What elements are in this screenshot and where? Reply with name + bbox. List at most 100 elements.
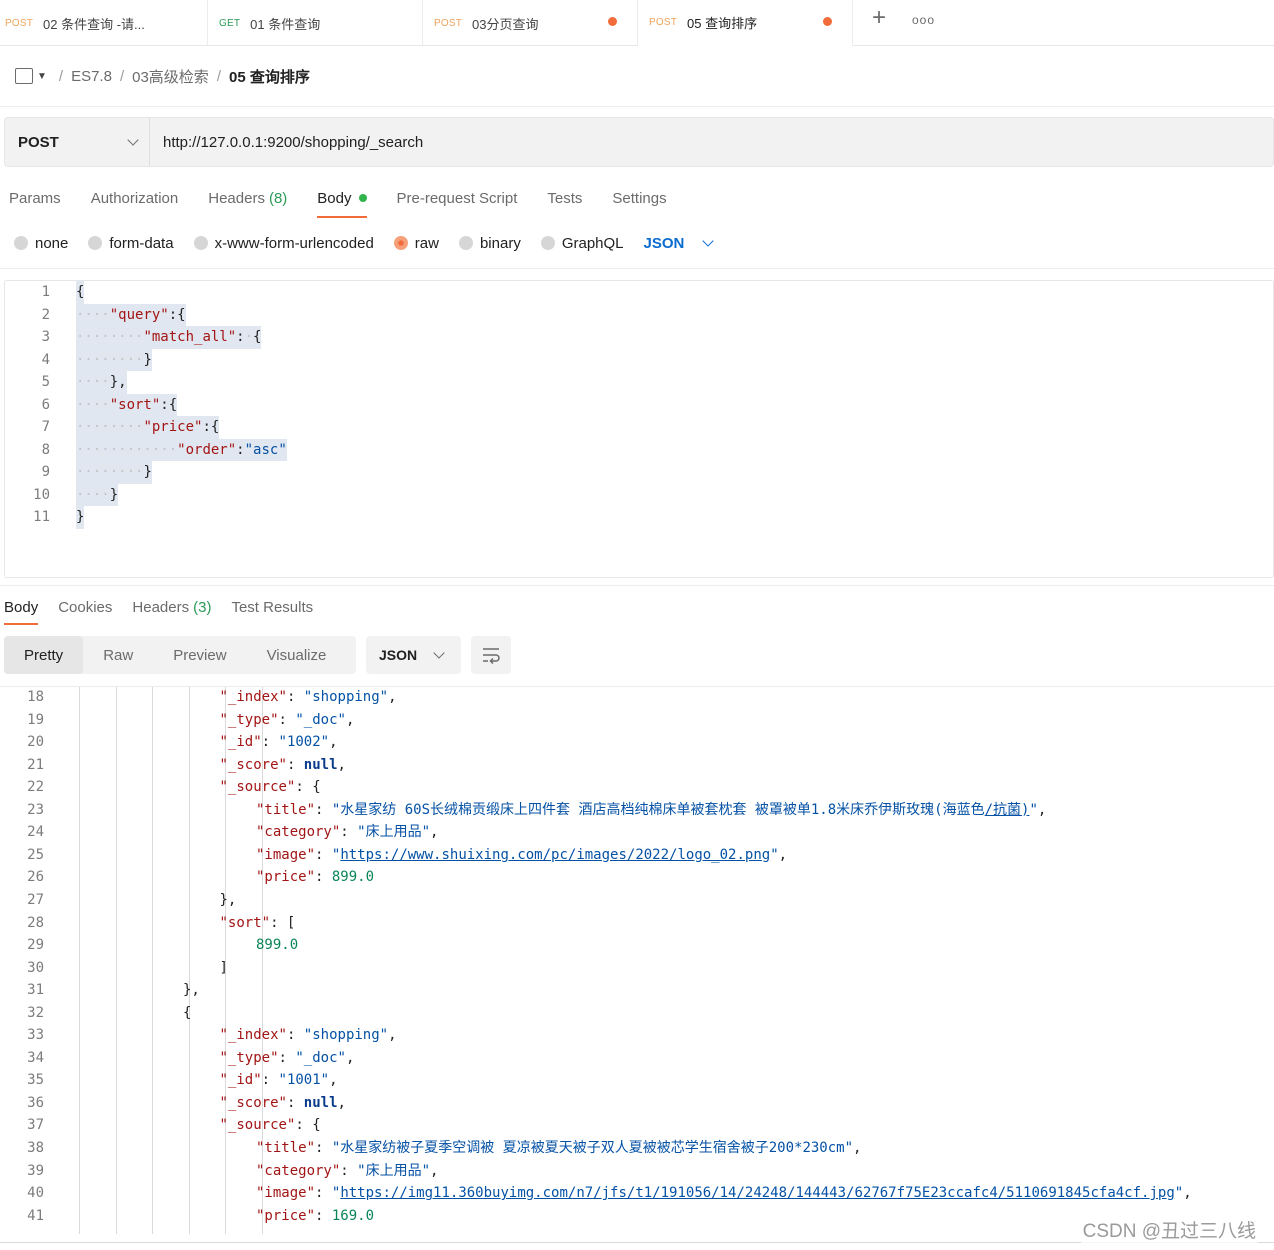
code-line: 37 "_source": { [0, 1114, 1274, 1137]
code-text: }, [219, 891, 237, 908]
code-line: 11} [5, 506, 1273, 529]
response-tab-test-results[interactable]: Test Results [231, 592, 313, 622]
divider [0, 106, 1274, 107]
view-preview-button[interactable]: Preview [153, 636, 246, 674]
code-text: { [76, 281, 85, 304]
breadcrumb-current[interactable]: 05 查询排序 [229, 66, 310, 87]
more-tabs-icon[interactable]: ooo [912, 13, 935, 27]
line-number: 22 [27, 779, 44, 796]
code-line: 38 "title": "水星家纺被子夏季空调被 夏凉被夏天被子双人夏被被芯学生宿… [0, 1137, 1274, 1160]
url-link[interactable]: /抗菌) [985, 802, 1030, 818]
new-tab-plus-icon[interactable]: + [868, 6, 890, 30]
tab-settings[interactable]: Settings [612, 180, 666, 216]
tab-label: 05 查询排序 [687, 16, 758, 31]
tab-headers[interactable]: Headers (8) [208, 180, 287, 216]
breadcrumb-item[interactable]: ES7.8 [71, 68, 112, 85]
request-tab[interactable]: POST 02 条件查询 -请... [0, 0, 208, 46]
code-line: 8 ············"order":"asc" [5, 438, 1273, 461]
line-number: 5 [41, 374, 50, 390]
request-body-editor[interactable]: 1{2 ····"query":{3 ········"match_all":·{4… [4, 280, 1274, 578]
line-number: 10 [33, 486, 50, 503]
divider [0, 268, 1274, 269]
divider [0, 585, 1274, 586]
code-text: { [183, 1004, 192, 1021]
code-text: "_id": "1002", [219, 734, 338, 751]
line-number: 36 [27, 1094, 44, 1111]
request-tab-active[interactable]: POST 05 查询排序 [638, 0, 853, 46]
radio-label: raw [414, 234, 439, 252]
radio-binary[interactable]: binary [458, 234, 521, 252]
method-select[interactable]: POST [5, 118, 150, 166]
url-link[interactable]: https://www.shuixing.com/pc/images/2022/… [340, 847, 770, 863]
line-number: 40 [27, 1185, 44, 1202]
request-tab[interactable]: GET 01 条件查询 [208, 0, 423, 46]
method-value: POST [18, 133, 59, 151]
code-text: ············"order":"asc" [76, 438, 287, 461]
body-format-select[interactable]: JSON [644, 235, 715, 252]
radio-label: GraphQL [561, 234, 624, 252]
radio-x-www-form-urlencoded[interactable]: x-www-form-urlencoded [193, 235, 374, 252]
code-line: 6 ····"sort":{ [5, 393, 1273, 416]
tab-label: 01 条件查询 [250, 16, 321, 32]
collection-icon[interactable] [15, 68, 33, 84]
radio-graphql[interactable]: GraphQL [540, 234, 624, 252]
code-text: "category": "床上用品", [256, 824, 439, 841]
code-line: 4 ········} [5, 348, 1273, 371]
line-number: 27 [27, 891, 44, 908]
code-line: 30] [0, 957, 1274, 980]
request-tabs: Params Authorization Headers (8) Body Pre… [9, 180, 697, 220]
wrap-lines-icon [483, 648, 500, 664]
body-type-radio-group: none form-data x-www-form-urlencoded raw… [14, 230, 715, 256]
line-number: 33 [27, 1027, 44, 1044]
code-text: "sort": [ [219, 914, 296, 931]
code-line: 21 "_score": null, [0, 754, 1274, 777]
view-pretty-button[interactable]: Pretty [4, 636, 84, 674]
code-text: "price": 899.0 [256, 869, 375, 886]
radio-circle-icon [88, 236, 103, 250]
tab-authorization[interactable]: Authorization [91, 180, 179, 216]
line-number: 41 [27, 1207, 44, 1224]
code-text: ] [219, 959, 228, 976]
code-line: 18 "_index": "shopping", [0, 687, 1274, 709]
tab-label: Tests [547, 189, 583, 207]
radio-form-data[interactable]: form-data [88, 235, 174, 252]
breadcrumb: ▼ / ES7.8 / 03高级检索 / 05 查询排序 [15, 62, 310, 90]
response-tab-cookies[interactable]: Cookies [58, 592, 112, 622]
code-text: "image": "https://www.shuixing.com/pc/im… [256, 846, 788, 863]
line-number: 19 [27, 711, 44, 728]
watermark: CSDN @丑过三八线 [1080, 1216, 1258, 1243]
line-number: 35 [27, 1072, 44, 1089]
code-line: 27}, [0, 889, 1274, 912]
radio-circle-icon [14, 236, 28, 250]
tab-body[interactable]: Body [317, 180, 367, 218]
tab-tests[interactable]: Tests [547, 180, 582, 216]
response-tab-body[interactable]: Body [4, 592, 39, 625]
url-link[interactable]: https://img11.360buyimg.com/n7/jfs/t1/19… [340, 1185, 1174, 1201]
code-line: 25 "image": "https://www.shuixing.com/pc/… [0, 844, 1274, 867]
method-badge: POST [434, 17, 463, 29]
request-tab[interactable]: POST 03分页查询 [423, 0, 638, 46]
tab-params[interactable]: Params [9, 180, 61, 216]
response-tab-headers[interactable]: Headers (3) [132, 592, 211, 622]
url-input[interactable]: http://127.0.0.1:9200/shopping/_search [150, 134, 423, 151]
line-number: 1 [41, 284, 50, 300]
tab-pre-request-script[interactable]: Pre-request Script [397, 180, 518, 216]
tab-label: Params [9, 189, 61, 207]
breadcrumb-separator: / [216, 67, 221, 85]
breadcrumb-item[interactable]: 03高级检索 [132, 66, 209, 87]
line-number: 20 [27, 734, 44, 751]
code-line: 3 ········"match_all":·{ [5, 326, 1273, 349]
radio-label: binary [479, 234, 521, 252]
response-format-select[interactable]: JSON [366, 636, 461, 674]
view-visualize-button[interactable]: Visualize [247, 636, 347, 674]
code-line: 5 ····}, [5, 371, 1273, 394]
chevron-down-icon[interactable]: ▼ [37, 71, 47, 82]
radio-none[interactable]: none [14, 235, 68, 252]
code-text: "_id": "1001", [219, 1072, 338, 1089]
view-raw-button[interactable]: Raw [83, 636, 153, 674]
response-body-viewer[interactable]: 18 "_index": "shopping", 19 "_type": "_doc"… [0, 686, 1274, 1234]
code-text: "_index": "shopping", [219, 689, 397, 705]
code-line: 7 ········"price":{ [5, 416, 1273, 439]
wrap-lines-button[interactable] [471, 636, 511, 674]
radio-raw[interactable]: raw [393, 234, 439, 252]
